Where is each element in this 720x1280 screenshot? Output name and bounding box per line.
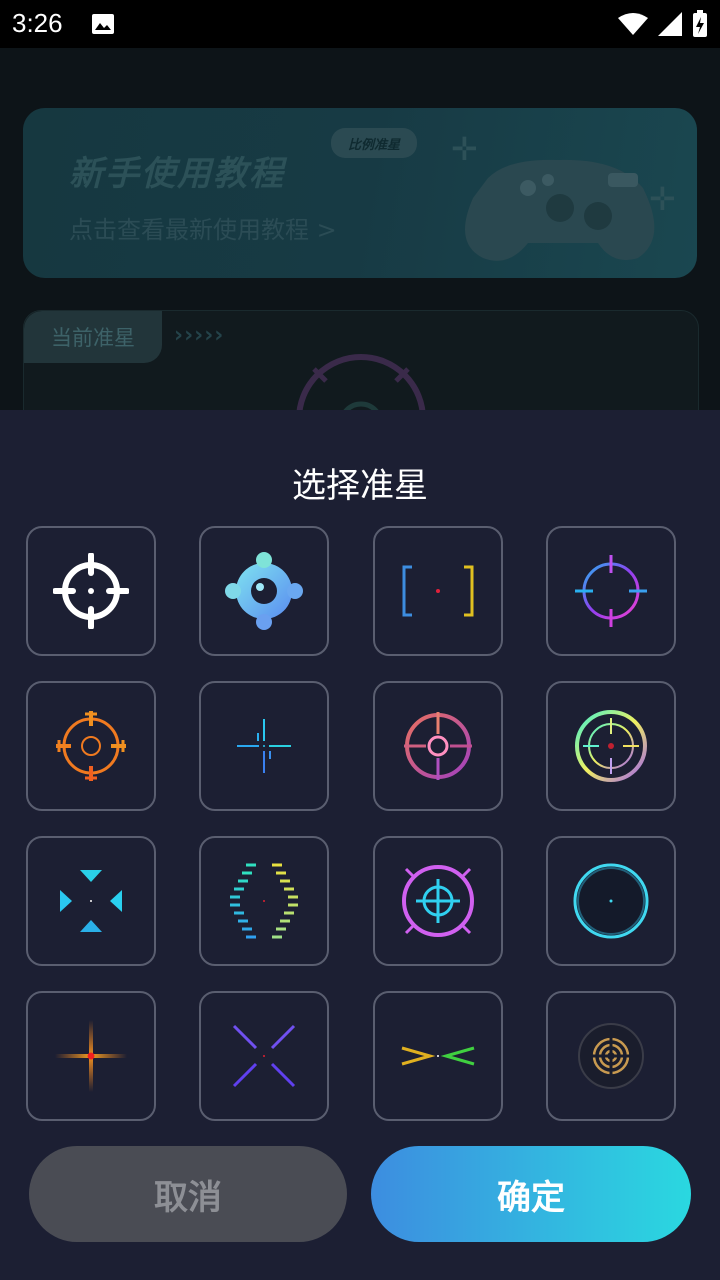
gradient-ring-crosshair-icon — [575, 710, 647, 782]
crosshair-option-15[interactable] — [373, 991, 503, 1121]
banner-bubble: 比例准星 — [331, 128, 417, 158]
crosshair-option-9[interactable] — [26, 836, 156, 966]
crosshair-option-16[interactable] — [546, 991, 676, 1121]
crosshair-option-6[interactable] — [199, 681, 329, 811]
crosshair-option-4[interactable] — [546, 526, 676, 656]
confirm-button[interactable]: 确定 — [371, 1146, 691, 1242]
cancel-button[interactable]: 取消 — [29, 1146, 347, 1242]
crosshair-option-10[interactable] — [199, 836, 329, 966]
chevrons-decor: ››››› — [174, 323, 225, 348]
tutorial-banner[interactable]: 新手使用教程 点击查看最新使用教程 > 比例准星 ✛ ✛ — [23, 108, 697, 278]
orange-ring-crosshair-icon — [56, 711, 126, 781]
pink-ring-crosshair-icon — [404, 712, 472, 780]
banner-title: 新手使用教程 — [69, 154, 285, 194]
crosshair-option-1[interactable] — [26, 526, 156, 656]
orange-star-crosshair-icon — [55, 1020, 127, 1092]
current-crosshair-label: 当前准星 — [24, 311, 162, 363]
crosshair-option-12[interactable] — [546, 836, 676, 966]
crosshair-selection-sheet: 选择准星 取消 确定 — [0, 410, 720, 1280]
status-bar: 3:26 — [0, 0, 720, 48]
image-notification-icon — [92, 14, 114, 34]
white-crosshair-icon — [53, 553, 129, 629]
status-time: 3:26 — [12, 8, 63, 38]
gamepad-icon — [465, 159, 655, 261]
crosshair-option-11[interactable] — [373, 836, 503, 966]
wifi-icon — [618, 13, 648, 35]
crosshair-option-5[interactable] — [26, 681, 156, 811]
crosshair-option-2[interactable] — [199, 526, 329, 656]
banner-subtitle: 点击查看最新使用教程 > — [69, 216, 337, 244]
purple-x-crosshair-icon — [232, 1024, 296, 1088]
sheet-title: 选择准星 — [292, 466, 428, 506]
battery-icon — [693, 10, 707, 37]
bracket-crosshair-icon — [402, 565, 474, 617]
concentric-ring-crosshair-icon — [578, 1023, 644, 1089]
blue-cross-crosshair-icon — [237, 719, 291, 773]
cyan-glow-ring-icon — [573, 863, 649, 939]
blue-circle-crosshair-icon — [225, 552, 303, 630]
crosshair-option-14[interactable] — [199, 991, 329, 1121]
violet-target-crosshair-icon — [402, 865, 474, 937]
crosshair-option-8[interactable] — [546, 681, 676, 811]
crosshair-option-7[interactable] — [373, 681, 503, 811]
triangle-crosshair-icon — [60, 870, 122, 932]
crosshair-option-3[interactable] — [373, 526, 503, 656]
purple-ring-crosshair-icon — [575, 555, 647, 627]
signal-icon — [658, 12, 682, 36]
brace-crosshair-icon — [230, 863, 298, 939]
crosshair-option-13[interactable] — [26, 991, 156, 1121]
green-chevron-crosshair-icon — [401, 1046, 475, 1066]
